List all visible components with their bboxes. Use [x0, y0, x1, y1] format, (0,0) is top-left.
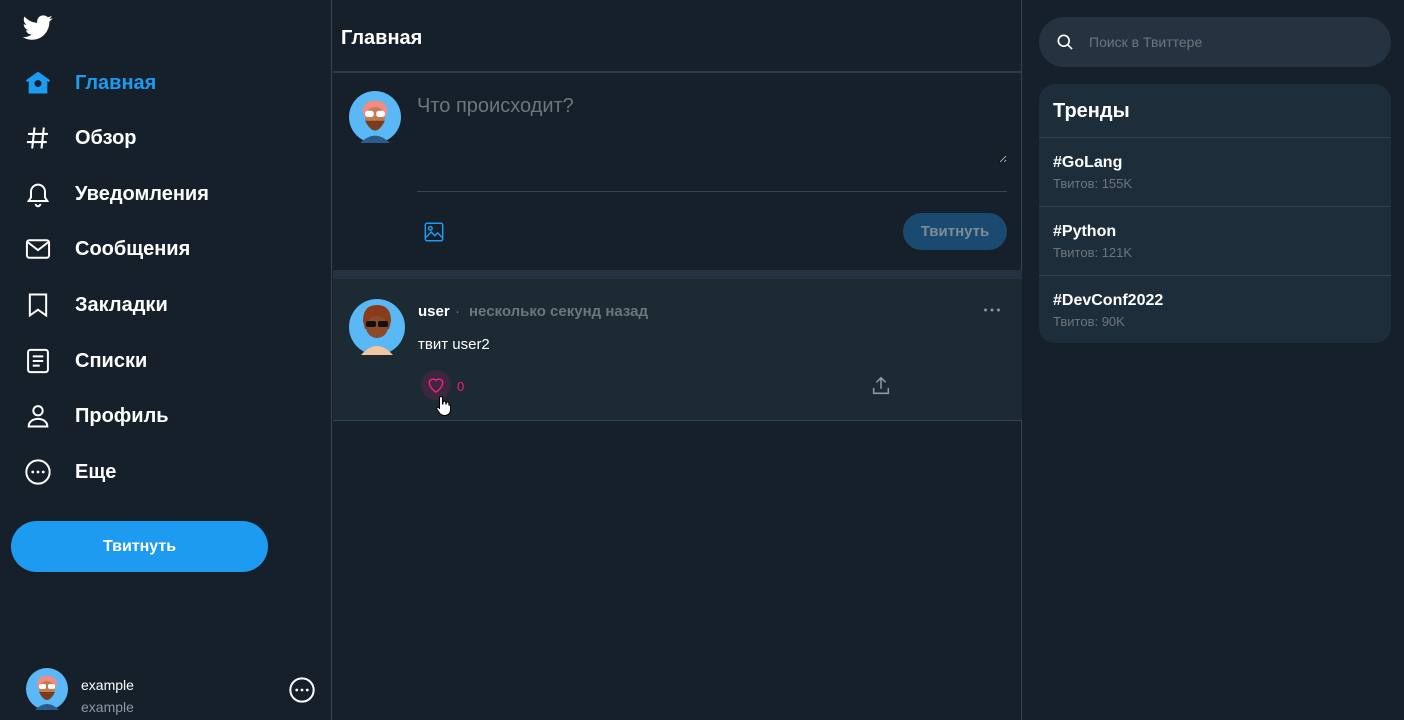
compose-box: Твитнуть: [333, 75, 1022, 270]
nav-item-lists[interactable]: Списки: [24, 341, 147, 381]
compose-submit-button[interactable]: Твитнуть: [903, 213, 1007, 250]
page-title: Главная: [341, 27, 423, 49]
home-icon: [24, 69, 52, 97]
tweet-time: несколько секунд назад: [469, 303, 649, 320]
tweet-menu-icon[interactable]: [981, 299, 1003, 321]
feed-divider: [333, 270, 1022, 279]
trend-item[interactable]: #DevConf2022 Твитов: 90K: [1039, 275, 1391, 343]
nav-item-home[interactable]: Главная: [24, 63, 156, 103]
more-options-icon[interactable]: [288, 676, 316, 704]
nav-label-lists: Списки: [75, 349, 148, 372]
trend-tag: #GoLang: [1053, 154, 1123, 171]
tweet-text: твит user2: [418, 336, 490, 353]
tweet-author[interactable]: user: [418, 303, 450, 320]
nav-item-explore[interactable]: Обзор: [24, 118, 137, 158]
nav-item-notifications[interactable]: Уведомления: [24, 174, 209, 214]
envelope-icon: [24, 235, 52, 263]
nav-item-bookmarks[interactable]: Закладки: [24, 285, 168, 325]
cursor-pointer-icon: [436, 395, 451, 416]
trend-item[interactable]: #Python Твитов: 121K: [1039, 206, 1391, 274]
nav-label-profile: Профиль: [75, 404, 169, 427]
nav-label-explore: Обзор: [75, 126, 137, 149]
nav-item-more[interactable]: Еще: [24, 452, 116, 492]
account-handle: example: [81, 699, 134, 715]
more-circle-icon: [24, 458, 52, 486]
trend-tag: #Python: [1053, 223, 1117, 240]
compose-divider: [417, 191, 1007, 192]
nav-label-more: Еще: [75, 460, 117, 483]
right-column: Тренды #GoLang Твитов: 155K #Python Твит…: [1023, 0, 1404, 720]
account-switcher[interactable]: example example: [26, 668, 326, 718]
account-name: example: [81, 677, 134, 693]
search-box[interactable]: [1039, 17, 1391, 67]
nav-item-messages[interactable]: Сообщения: [24, 229, 190, 269]
avatar: [349, 91, 401, 143]
main-header: Главная: [333, 0, 1022, 73]
nav-label-bookmarks: Закладки: [75, 293, 168, 316]
heart-icon: [428, 378, 444, 393]
list-icon: [24, 347, 52, 375]
trend-count: Твитов: 121K: [1053, 245, 1133, 260]
compose-input[interactable]: [417, 95, 1007, 163]
share-icon[interactable]: [870, 375, 892, 397]
hashtag-icon: [24, 124, 52, 152]
bell-icon: [24, 180, 52, 208]
trend-tag: #DevConf2022: [1053, 292, 1164, 309]
search-input[interactable]: [1089, 29, 1379, 55]
tweet-separator: ·: [455, 303, 460, 320]
bookmark-icon: [24, 291, 52, 319]
nav-label-messages: Сообщения: [75, 237, 191, 260]
nav-label-notifications: Уведомления: [75, 182, 209, 205]
sidebar: Главная Обзор Уведомления Сообщения Закл…: [0, 0, 332, 720]
search-icon: [1057, 34, 1073, 50]
avatar: [26, 668, 68, 710]
nav-label-home: Главная: [75, 71, 157, 94]
like-count: 0: [457, 379, 465, 394]
twitter-logo-icon[interactable]: [22, 12, 54, 42]
trend-count: Твитов: 155K: [1053, 176, 1133, 191]
trend-count: Твитов: 90K: [1053, 314, 1125, 329]
avatar[interactable]: [349, 299, 405, 355]
nav-item-profile[interactable]: Профиль: [24, 396, 169, 436]
tweet-button[interactable]: Твитнуть: [11, 521, 268, 572]
image-icon[interactable]: [423, 221, 445, 243]
main-column: Главная Твитнуть user · неск: [333, 0, 1022, 720]
trends-title: Тренды: [1053, 100, 1130, 122]
profile-icon: [24, 402, 52, 430]
trends-panel: Тренды #GoLang Твитов: 155K #Python Твит…: [1039, 84, 1391, 343]
trend-item[interactable]: #GoLang Твитов: 155K: [1039, 137, 1391, 205]
